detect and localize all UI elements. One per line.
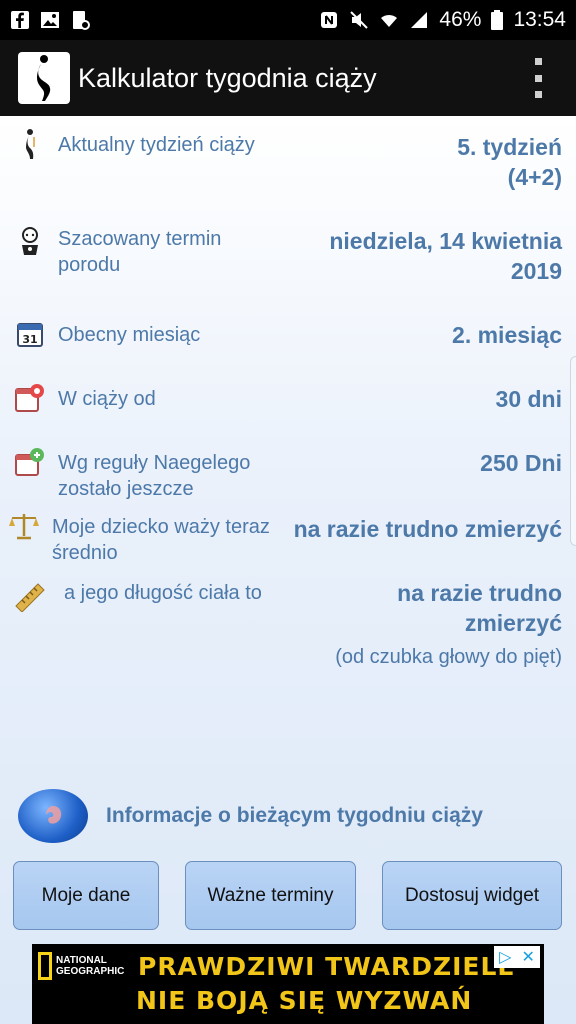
current-week-info-label: Informacje o bieżącym tygodniu ciąży — [106, 804, 483, 827]
naegele-remaining-value: 250 Dni — [480, 450, 562, 476]
app-title: Kalkulator tygodnia ciąży — [78, 62, 377, 93]
ad-brand: NATIONAL GEOGRAPHIC — [56, 955, 125, 977]
baby-weight-row: Moje dziecko waży teraz średnio na razie… — [0, 510, 576, 566]
due-date-label: Szacowany termin porodu — [58, 228, 222, 276]
ad-choices[interactable]: ▷ ✕ — [494, 946, 540, 968]
pregnant-since-value: 30 dni — [495, 386, 562, 412]
baby-length-row: a jego długość ciała to na razie trudno … — [0, 576, 576, 676]
due-date-row: Szacowany termin porodu niedziela, 14 kw… — [0, 224, 576, 294]
pregnant-since-label: W ciąży od — [58, 388, 156, 410]
ad-banner[interactable]: NATIONAL GEOGRAPHIC PRAWDZIWI TWARDZIELE… — [32, 944, 544, 1024]
pregnant-woman-logo-icon — [37, 55, 51, 101]
ad-headline-line2: NIE BOJĄ SIĘ WYZWAŃ — [136, 986, 473, 1015]
scale-icon — [8, 510, 40, 542]
baby-length-value: na razie trudno zmierzyć — [397, 580, 562, 636]
ruler-icon — [14, 580, 46, 612]
nfc-icon — [321, 12, 338, 28]
current-week-info-link[interactable]: Informacje o bieżącym tygodniu ciąży — [18, 788, 558, 844]
baby-weight-label: Moje dziecko waży teraz średnio — [52, 516, 270, 564]
current-month-label: Obecny miesiąc — [58, 324, 201, 346]
current-week-label: Aktualny tydzień ciąży — [58, 134, 255, 156]
baby-length-label: a jego długość ciała to — [64, 582, 262, 604]
status-bar: 46% 13:54 — [0, 0, 576, 40]
pregnant-since-row: W ciąży od 30 dni — [0, 382, 576, 422]
baby-length-note: (od czubka głowy do pięt) — [335, 646, 562, 668]
clock: 13:54 — [513, 8, 566, 31]
ad-close-icon[interactable]: ✕ — [522, 947, 535, 967]
scroll-handle[interactable] — [570, 356, 576, 546]
due-date-value: niedziela, 14 kwietnia 2019 — [329, 228, 562, 284]
facebook-icon — [11, 11, 29, 29]
ad-headline-line1: PRAWDZIWI TWARDZIELE — [138, 952, 516, 981]
national-geographic-logo: NATIONAL GEOGRAPHIC — [38, 952, 125, 980]
mute-icon — [350, 11, 369, 29]
battery-percent: 46% — [439, 8, 482, 31]
app-bar: Kalkulator tygodnia ciąży — [0, 40, 576, 116]
svg-text:31: 31 — [22, 333, 37, 346]
app-logo — [18, 52, 70, 104]
customize-widget-button[interactable]: Dostosuj widget — [382, 861, 562, 930]
calendar-icon: 31 — [14, 318, 46, 350]
signal-icon — [411, 12, 428, 28]
image-icon — [41, 12, 59, 28]
my-data-button[interactable]: Moje dane — [13, 861, 159, 930]
wifi-icon — [381, 14, 398, 27]
baby-weight-value: na razie trudno zmierzyć — [293, 516, 562, 542]
battery-icon — [491, 10, 504, 30]
national-geographic-frame-icon — [38, 952, 52, 980]
notification-icon — [73, 11, 90, 30]
fetus-globe-icon — [18, 789, 88, 843]
pregnant-silhouette-icon — [14, 128, 46, 160]
current-week-row: Aktualny tydzień ciąży 5. tydzień (4+2) — [0, 128, 576, 208]
ad-choices-icon[interactable]: ▷ — [499, 947, 511, 967]
current-week-value: 5. tydzień (4+2) — [457, 134, 562, 190]
overflow-menu-icon[interactable] — [530, 58, 546, 98]
baby-icon — [14, 226, 46, 258]
current-month-value: 2. miesiąc — [452, 322, 562, 348]
naegele-remaining-label: Wg reguły Naegelego zostało jeszcze — [58, 452, 251, 500]
current-month-row: 31 Obecny miesiąc 2. miesiąc — [0, 318, 576, 358]
calendar-countdown-icon — [14, 446, 46, 478]
calendar-clock-icon — [14, 382, 46, 414]
important-dates-button[interactable]: Ważne terminy — [185, 861, 356, 930]
naegele-remaining-row: Wg reguły Naegelego zostało jeszcze 250 … — [0, 446, 576, 506]
